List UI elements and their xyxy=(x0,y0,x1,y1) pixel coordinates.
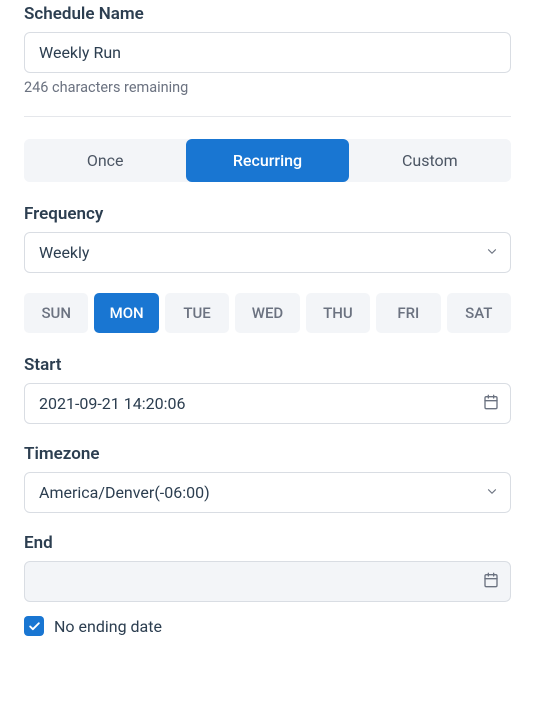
end-label: End xyxy=(24,533,511,553)
end-field: End No ending date xyxy=(24,533,511,636)
frequency-label: Frequency xyxy=(24,204,511,224)
day-sat[interactable]: SAT xyxy=(447,293,511,333)
divider xyxy=(24,116,511,117)
no-ending-checkbox[interactable] xyxy=(24,616,44,636)
start-label: Start xyxy=(24,355,511,375)
no-ending-label[interactable]: No ending date xyxy=(54,617,162,636)
no-ending-row: No ending date xyxy=(24,616,511,636)
day-tue[interactable]: TUE xyxy=(165,293,229,333)
day-thu[interactable]: THU xyxy=(306,293,370,333)
day-mon[interactable]: MON xyxy=(94,293,158,333)
start-field: Start xyxy=(24,355,511,424)
day-wed[interactable]: WED xyxy=(235,293,299,333)
end-input-wrap xyxy=(24,561,511,602)
schedule-name-input[interactable] xyxy=(24,32,511,73)
day-sun[interactable]: SUN xyxy=(24,293,88,333)
frequency-select-wrap: Weekly xyxy=(24,232,511,273)
timezone-select[interactable]: America/Denver(-06:00) xyxy=(24,472,511,513)
schedule-name-field: Schedule Name 246 characters remaining xyxy=(24,4,511,96)
days-picker: SUN MON TUE WED THU FRI SAT xyxy=(24,293,511,333)
schedule-name-label: Schedule Name xyxy=(24,4,511,24)
timezone-label: Timezone xyxy=(24,444,511,464)
end-input xyxy=(24,561,511,602)
check-icon xyxy=(28,620,41,633)
start-input[interactable] xyxy=(24,383,511,424)
frequency-field: Frequency Weekly xyxy=(24,204,511,273)
timezone-select-wrap: America/Denver(-06:00) xyxy=(24,472,511,513)
schedule-type-custom[interactable]: Custom xyxy=(349,139,511,182)
day-fri[interactable]: FRI xyxy=(376,293,440,333)
start-input-wrap xyxy=(24,383,511,424)
frequency-select[interactable]: Weekly xyxy=(24,232,511,273)
schedule-name-helper: 246 characters remaining xyxy=(24,79,511,96)
schedule-type-segmented: Once Recurring Custom xyxy=(24,139,511,182)
schedule-type-once[interactable]: Once xyxy=(24,139,186,182)
schedule-type-recurring[interactable]: Recurring xyxy=(186,139,348,182)
timezone-field: Timezone America/Denver(-06:00) xyxy=(24,444,511,513)
